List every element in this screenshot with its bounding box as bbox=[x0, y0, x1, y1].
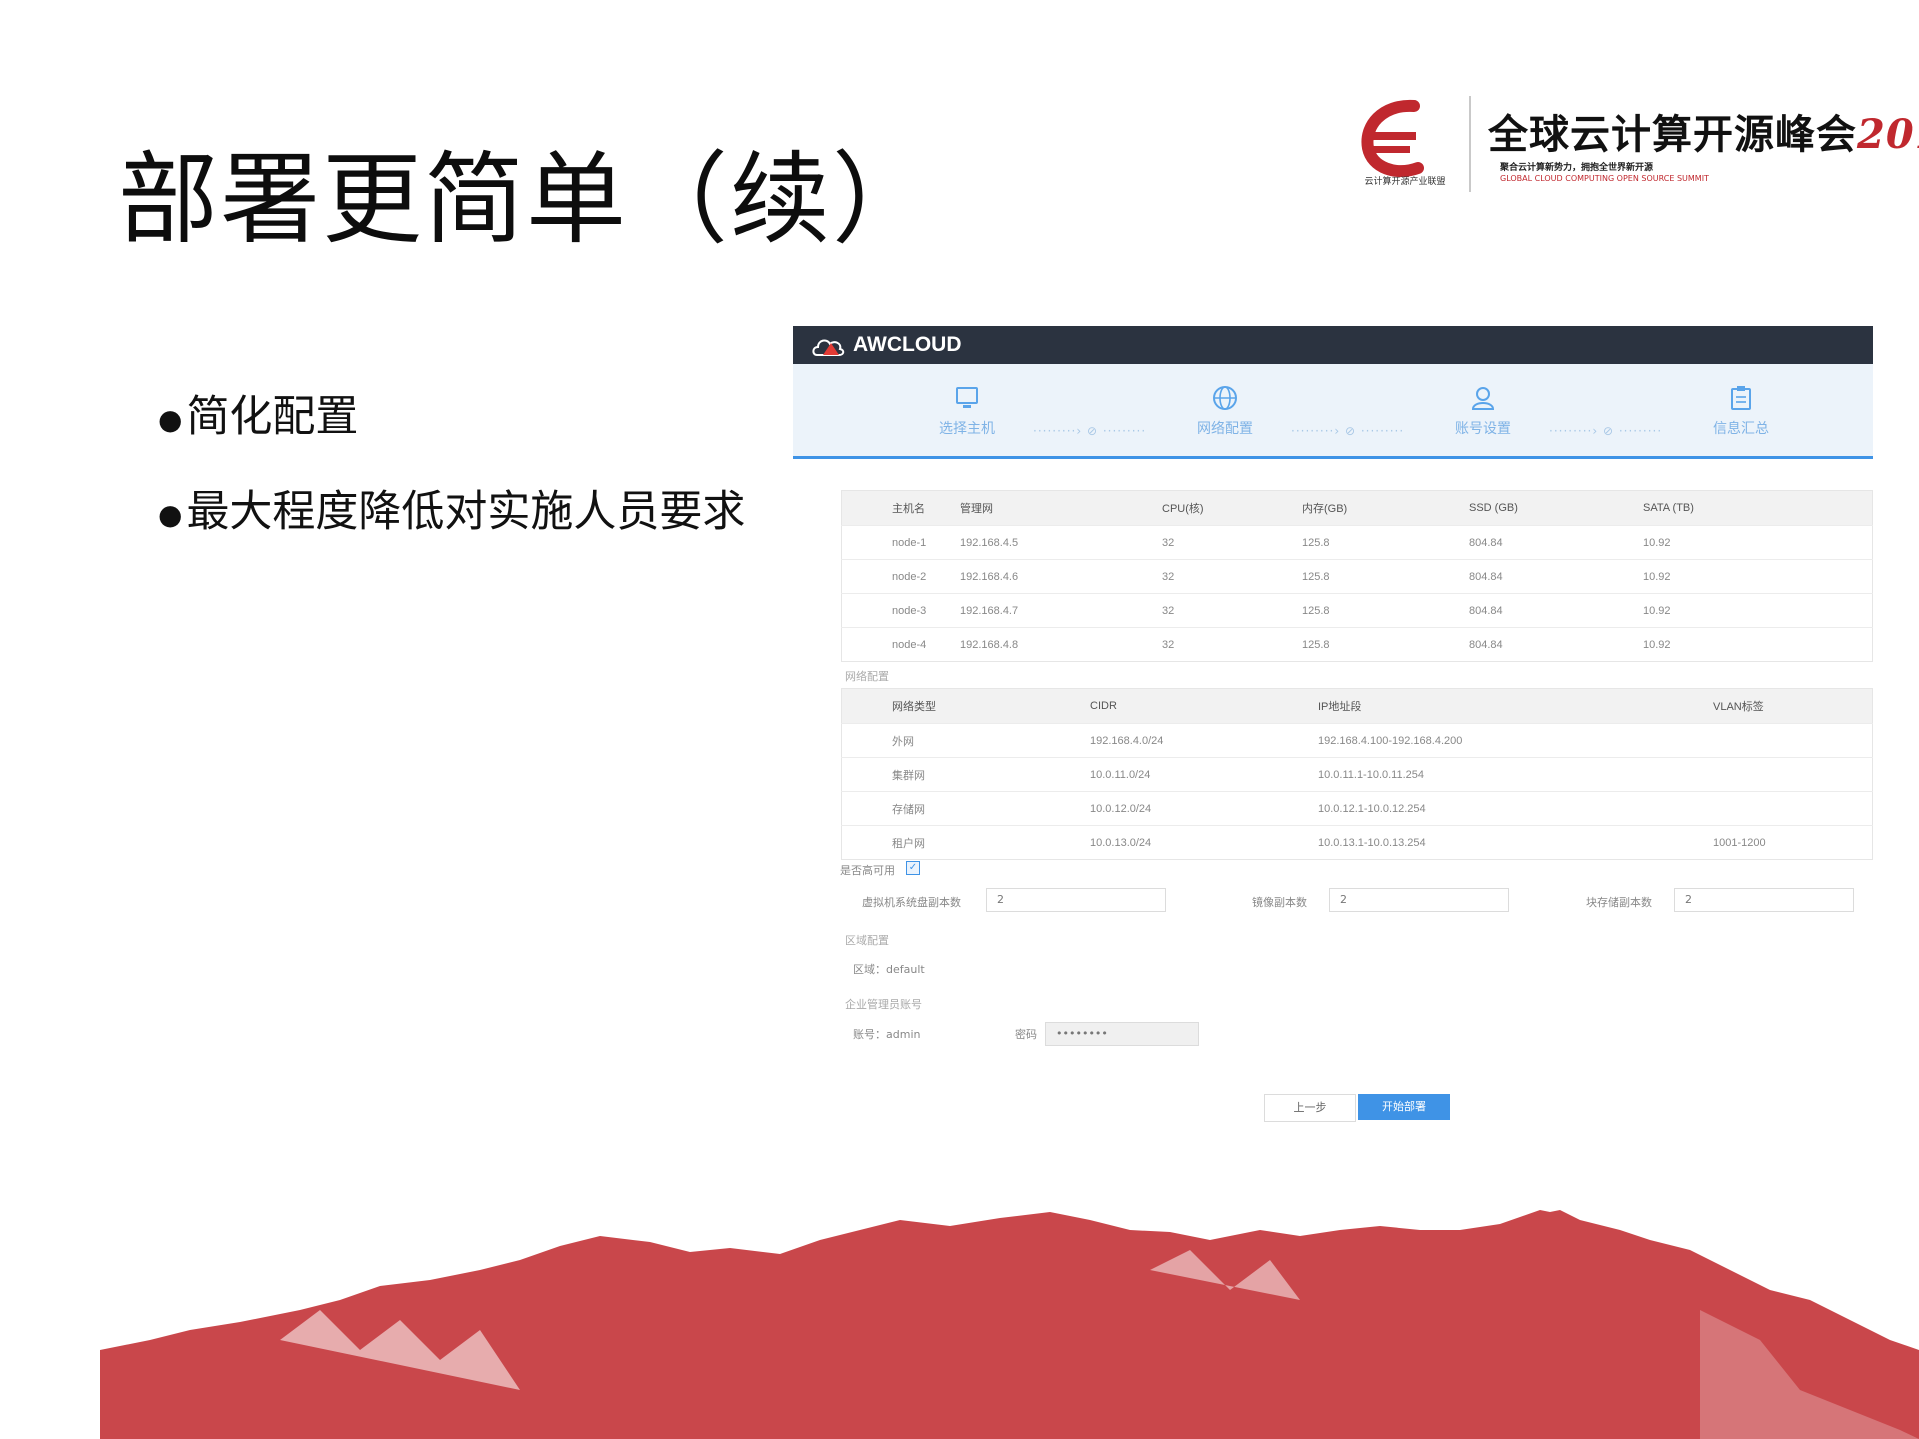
ha-checkbox[interactable]: ✓ bbox=[906, 861, 920, 875]
column-header: IP地址段 bbox=[1317, 688, 1712, 724]
logo-divider bbox=[1469, 96, 1471, 192]
table-row: 集群网 10.0.11.0/24 10.0.11.1-10.0.11.254 bbox=[841, 757, 1873, 792]
deploy-wizard-window: AWCLOUD 选择主机 ·········› ⊘ ········· 网络配置… bbox=[793, 326, 1873, 1126]
column-header: 内存(GB) bbox=[1301, 490, 1468, 526]
table-header-row: 网络类型 CIDR IP地址段 VLAN标签 bbox=[841, 688, 1873, 724]
summit-year: 2017 bbox=[1857, 111, 1919, 158]
column-header: SSD (GB) bbox=[1468, 490, 1642, 526]
monitor-icon bbox=[956, 387, 978, 408]
network-section-label: 网络配置 bbox=[845, 670, 889, 683]
bullet-list: ●简化配置 ●最大程度降低对实施人员要求 bbox=[158, 382, 745, 572]
table-row: 存储网 10.0.12.0/24 10.0.12.1-10.0.12.254 bbox=[841, 791, 1873, 826]
clipboard-icon bbox=[1731, 386, 1751, 410]
step-summary[interactable]: 信息汇总 bbox=[1681, 384, 1801, 438]
vm-disk-replica-input[interactable]: 2 bbox=[986, 888, 1166, 912]
step-separator: ·········› ⊘ ········· bbox=[1033, 424, 1147, 438]
region-value: default bbox=[886, 963, 925, 976]
summit-subtitle-en: GLOBAL CLOUD COMPUTING OPEN SOURCE SUMMI… bbox=[1500, 174, 1709, 183]
cloud-logo-icon bbox=[812, 339, 845, 356]
wizard-steps: 选择主机 ·········› ⊘ ········· 网络配置 ·······… bbox=[793, 364, 1873, 459]
bullet-dot-icon: ● bbox=[158, 403, 183, 436]
prev-step-button[interactable]: 上一步 bbox=[1264, 1094, 1356, 1122]
block-storage-replica-label: 块存储副本数 bbox=[1586, 896, 1652, 909]
brand-name: AWCLOUD bbox=[853, 333, 962, 356]
column-header: 网络类型 bbox=[841, 688, 1089, 724]
start-deploy-button[interactable]: 开始部署 bbox=[1358, 1094, 1450, 1120]
bullet-item: ●最大程度降低对实施人员要求 bbox=[158, 487, 746, 537]
image-replica-input[interactable]: 2 bbox=[1329, 888, 1509, 912]
column-header: SATA (TB) bbox=[1642, 490, 1873, 526]
region-section-label: 区域配置 bbox=[845, 934, 889, 947]
network-table: 网络类型 CIDR IP地址段 VLAN标签 外网 192.168.4.0/24 1… bbox=[841, 688, 1873, 860]
step-separator: ·········› ⊘ ········· bbox=[1549, 424, 1663, 438]
bullet-item: ●简化配置 bbox=[158, 392, 359, 442]
column-header: 管理网 bbox=[959, 490, 1161, 526]
region-field: 区域：default bbox=[853, 961, 925, 977]
table-header-row: 主机名 管理网 CPU(核) 内存(GB) SSD (GB) SATA (TB) bbox=[841, 490, 1873, 526]
table-row: 外网 192.168.4.0/24 192.168.4.100-192.168.4.… bbox=[841, 723, 1873, 758]
great-wall-illustration bbox=[100, 1210, 1919, 1439]
account-field: 账号：admin bbox=[853, 1026, 920, 1042]
step-separator: ·········› ⊘ ········· bbox=[1291, 424, 1405, 438]
column-header: VLAN标签 bbox=[1712, 688, 1873, 724]
block-storage-replica-input[interactable]: 2 bbox=[1674, 888, 1854, 912]
step-account[interactable]: 账号设置 bbox=[1423, 384, 1543, 438]
column-header: CPU(核) bbox=[1161, 490, 1301, 526]
ha-label: 是否高可用 bbox=[840, 864, 895, 877]
globe-icon bbox=[1213, 386, 1237, 410]
slide-title: 部署更简单（续） bbox=[118, 141, 934, 258]
table-row: node-2 192.168.4.6 32 125.8 804.84 10.92 bbox=[841, 559, 1873, 594]
summit-name: 全球云计算开源峰会2017 bbox=[1488, 102, 1919, 160]
step-network[interactable]: 网络配置 bbox=[1165, 384, 1285, 438]
user-icon bbox=[1471, 387, 1495, 410]
table-row: node-4 192.168.4.8 32 125.8 804.84 10.92 bbox=[841, 627, 1873, 662]
summit-logo: 云计算开源产业联盟 全球云计算开源峰会2017 聚合云计算新势力，拥抱全世界新开… bbox=[1352, 96, 1919, 196]
password-input[interactable]: •••••••• bbox=[1045, 1022, 1199, 1046]
summit-subtitle: 聚合云计算新势力，拥抱全世界新开源 bbox=[1500, 163, 1654, 173]
bullet-dot-icon: ● bbox=[158, 498, 183, 531]
column-header: 主机名 bbox=[841, 490, 959, 526]
admin-section-label: 企业管理员账号 bbox=[845, 998, 922, 1011]
app-topbar: AWCLOUD bbox=[793, 326, 1873, 364]
alliance-name: 云计算开源产业联盟 bbox=[1364, 177, 1446, 187]
table-row: 租户网 10.0.13.0/24 10.0.13.1-10.0.13.254 1001… bbox=[841, 825, 1873, 860]
column-header: CIDR bbox=[1089, 688, 1317, 724]
region-label: 区域： bbox=[853, 963, 886, 976]
account-value: admin bbox=[886, 1028, 921, 1041]
vm-disk-replica-label: 虚拟机系统盘副本数 bbox=[862, 896, 961, 909]
account-label: 账号： bbox=[853, 1028, 886, 1041]
password-label: 密码 bbox=[1015, 1028, 1037, 1041]
summit-title: 全球云计算开源峰会 bbox=[1488, 111, 1857, 158]
image-replica-label: 镜像副本数 bbox=[1252, 896, 1307, 909]
step-select-host[interactable]: 选择主机 bbox=[907, 384, 1027, 438]
table-row: node-3 192.168.4.7 32 125.8 804.84 10.92 bbox=[841, 593, 1873, 628]
table-row: node-1 192.168.4.5 32 125.8 804.84 10.92 bbox=[841, 525, 1873, 560]
hosts-table: 主机名 管理网 CPU(核) 内存(GB) SSD (GB) SATA (TB)… bbox=[841, 490, 1873, 662]
